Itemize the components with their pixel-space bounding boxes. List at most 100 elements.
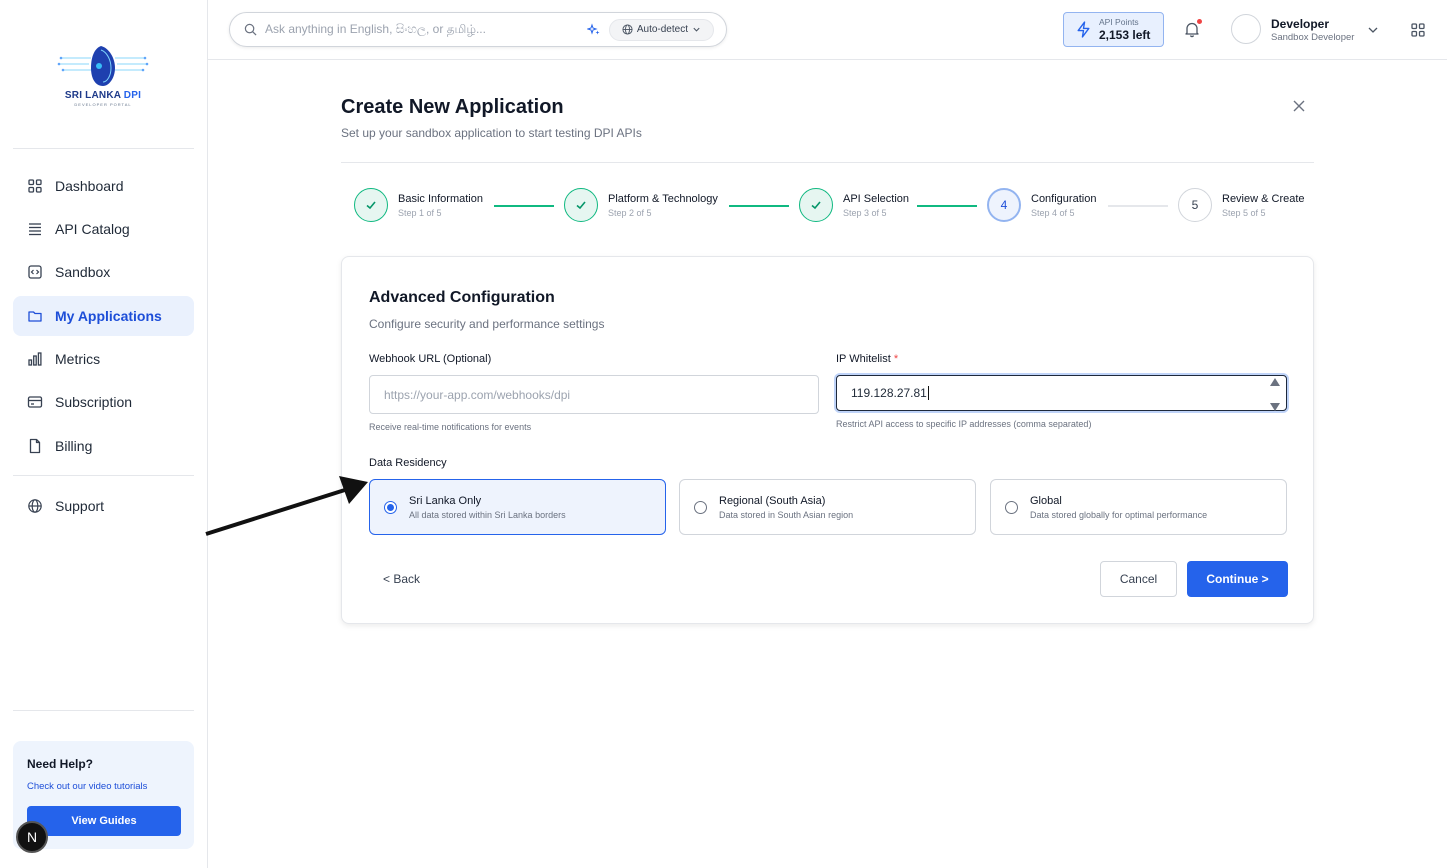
sidebar-item-metrics[interactable]: Metrics — [13, 339, 194, 379]
step-platform-technology[interactable]: Platform & Technology Step 2 of 5 — [564, 188, 718, 222]
step-sub: Step 4 of 5 — [1031, 207, 1075, 218]
step-basic-information[interactable]: Basic Information Step 1 of 5 — [354, 188, 483, 222]
sri-lanka-dpi-logo[interactable]: SRI LANKA DPI DEVELOPER PORTAL — [36, 32, 170, 118]
logo-subtext: DEVELOPER PORTAL — [74, 101, 132, 107]
sidebar-item-label: Sandbox — [55, 264, 111, 280]
sidebar-item-label: Subscription — [55, 394, 133, 410]
radio-button[interactable] — [1005, 500, 1018, 514]
search-icon — [244, 23, 257, 36]
bar-chart-icon — [28, 352, 42, 366]
search-bar[interactable]: Ask anything in English, සිංහල, or தமிழ்… — [229, 12, 727, 47]
residency-option-global[interactable]: Global Data stored globally for optimal … — [990, 479, 1287, 535]
step-circle: 4 — [987, 188, 1021, 222]
sidebar-item-label: Metrics — [55, 351, 101, 367]
logo-text: SRI LANKA DPI — [64, 89, 142, 101]
cancel-button[interactable]: Cancel — [1100, 561, 1177, 597]
close-icon[interactable] — [1291, 98, 1307, 114]
api-points-badge[interactable]: API Points 2,153 left — [1063, 12, 1164, 47]
sidebar-item-api-catalog[interactable]: API Catalog — [13, 209, 194, 249]
step-label: Basic Information — [398, 192, 483, 205]
step-circle — [354, 188, 388, 222]
header-divider — [341, 162, 1314, 163]
code-icon — [28, 265, 42, 279]
sidebar-divider — [13, 710, 194, 711]
option-subtitle: Data stored globally for optimal perform… — [1030, 509, 1208, 520]
spin-down-icon[interactable] — [1270, 403, 1280, 411]
sidebar-item-subscription[interactable]: Subscription — [13, 382, 194, 422]
ip-whitelist-label: IP Whitelist * — [836, 353, 899, 365]
sidebar-item-sandbox[interactable]: Sandbox — [13, 252, 194, 292]
continue-button[interactable]: Continue > — [1187, 561, 1288, 597]
logo-emblem-icon — [57, 45, 149, 86]
sidebar-divider — [13, 475, 194, 476]
residency-option-sri-lanka[interactable]: Sri Lanka Only All data stored within Sr… — [369, 479, 666, 535]
sidebar-item-support[interactable]: Support — [13, 486, 194, 526]
card-title: Advanced Configuration — [369, 289, 555, 306]
step-label: Review & Create — [1222, 192, 1305, 205]
step-api-selection[interactable]: API Selection Step 3 of 5 — [799, 188, 909, 222]
page-subtitle: Set up your sandbox application to start… — [341, 126, 642, 140]
help-title: Need Help? — [27, 757, 94, 771]
topbar: Ask anything in English, සිංහල, or தமிழ்… — [208, 0, 1447, 60]
option-subtitle: Data stored in South Asian region — [719, 509, 854, 520]
option-title: Global — [1030, 494, 1062, 507]
grid-icon — [28, 179, 42, 193]
list-icon — [29, 223, 41, 236]
next-badge[interactable]: N — [16, 821, 48, 853]
sidebar-item-my-applications[interactable]: My Applications — [13, 296, 194, 336]
step-sub: Step 3 of 5 — [843, 207, 887, 218]
step-review-create[interactable]: 5 Review & Create Step 5 of 5 — [1178, 188, 1305, 222]
file-icon — [29, 438, 41, 454]
step-configuration[interactable]: 4 Configuration Step 4 of 5 — [987, 188, 1096, 222]
folder-icon — [28, 311, 42, 322]
spin-up-icon[interactable] — [1270, 378, 1280, 386]
step-connector — [729, 205, 789, 207]
language-label: Auto-detect — [636, 24, 688, 35]
language-selector[interactable]: Auto-detect — [608, 18, 714, 41]
webhook-label: Webhook URL (Optional) — [369, 353, 492, 365]
step-sub: Step 1 of 5 — [398, 207, 442, 218]
residency-option-regional[interactable]: Regional (South Asia) Data stored in Sou… — [679, 479, 976, 535]
ip-whitelist-input[interactable]: 119.128.27.81 — [836, 375, 1287, 411]
view-guides-button[interactable]: View Guides — [27, 806, 181, 836]
card-subtitle: Configure security and performance setti… — [369, 317, 605, 331]
step-circle: 5 — [1178, 188, 1212, 222]
step-circle — [564, 188, 598, 222]
sidebar-item-label: API Catalog — [55, 221, 130, 237]
text-caret — [927, 386, 929, 400]
ip-whitelist-help: Restrict API access to specific IP addre… — [836, 419, 1092, 429]
globe-icon — [622, 24, 633, 35]
sidebar-item-label: Billing — [55, 438, 93, 454]
required-marker: * — [893, 353, 899, 365]
sidebar-item-billing[interactable]: Billing — [13, 426, 194, 466]
user-name[interactable]: Developer — [1271, 17, 1329, 31]
apps-grid-icon[interactable] — [1410, 22, 1426, 38]
step-connector — [1108, 205, 1168, 207]
back-button[interactable]: < Back — [383, 572, 420, 586]
search-input[interactable]: Ask anything in English, සිංහල, or தமிழ்… — [265, 22, 587, 38]
lightning-icon — [1077, 21, 1090, 38]
api-points-label: API Points — [1099, 17, 1139, 28]
sidebar-item-label: Dashboard — [55, 178, 124, 194]
user-role: Sandbox Developer — [1271, 32, 1355, 43]
chevron-down-icon[interactable] — [1367, 24, 1379, 36]
step-connector — [494, 205, 554, 207]
number-spinner[interactable] — [1268, 378, 1282, 411]
step-label: API Selection — [843, 192, 910, 205]
webhook-help: Receive real-time notifications for even… — [369, 422, 532, 432]
step-circle — [799, 188, 833, 222]
sidebar-item-label: My Applications — [55, 308, 162, 324]
radio-button[interactable] — [694, 500, 707, 514]
radio-button[interactable] — [384, 500, 397, 514]
step-sub: Step 5 of 5 — [1222, 207, 1266, 218]
webhook-url-input[interactable]: https://your-app.com/webhooks/dpi — [369, 375, 819, 414]
sparkle-icon[interactable] — [586, 22, 601, 37]
chevron-down-icon — [693, 27, 700, 32]
ip-whitelist-value: 119.128.27.81 — [851, 386, 927, 400]
sidebar-item-dashboard[interactable]: Dashboard — [13, 166, 194, 206]
check-icon — [576, 201, 586, 210]
avatar[interactable] — [1231, 14, 1261, 44]
step-label: Platform & Technology — [608, 192, 718, 205]
page-title: Create New Application — [341, 96, 564, 118]
option-title: Regional (South Asia) — [719, 494, 826, 507]
